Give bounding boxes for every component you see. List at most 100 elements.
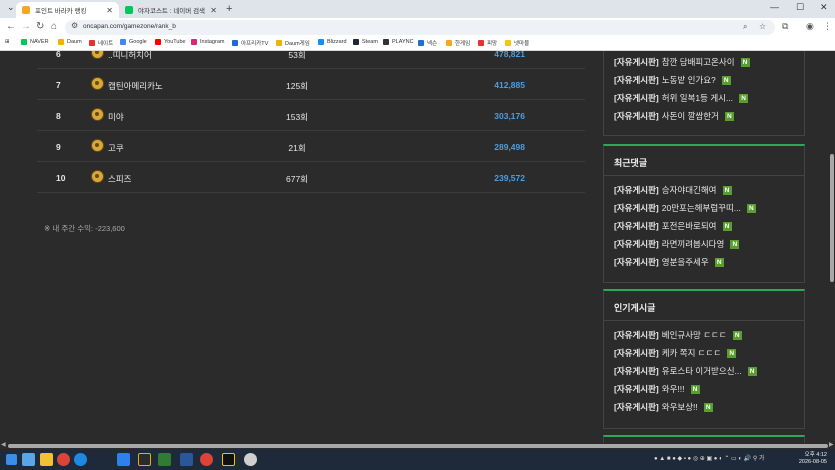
sidebar-popular-item[interactable]: [자유게시판] 와우!!! N — [614, 383, 700, 395]
edge-icon[interactable] — [74, 453, 87, 466]
daum-game-icon — [276, 40, 282, 46]
bookmark-instagram[interactable]: Instagram — [191, 39, 224, 45]
scrollbar-thumb[interactable] — [830, 154, 834, 282]
taskbar-clock[interactable]: 오후 4:12 2026-08-05 — [799, 452, 827, 466]
close-window-icon[interactable]: ✕ — [820, 2, 828, 13]
ranking-row[interactable]: 6 ..띠니허치어 53회 478,821 — [37, 51, 585, 69]
tab-search-icon[interactable]: ⌄ — [7, 2, 15, 13]
tab-inactive[interactable]: 야자코스트 : 네이버 검색 ✕ — [119, 2, 223, 18]
reload-icon[interactable]: ↻ — [36, 21, 44, 32]
extensions-icon[interactable]: ⧉ — [782, 21, 788, 32]
app-icon[interactable] — [222, 453, 235, 466]
scroll-right-icon[interactable]: ▶ — [829, 441, 834, 448]
address-bar[interactable]: ⚙ oncapan.com/gamezone/rank_b ⌕ ☆ — [65, 20, 775, 35]
comment-text[interactable]: 승자야대긴해여 — [662, 184, 717, 196]
sidebar-popular-item[interactable]: [자유게시판] 유로스타 이거받으신... N — [614, 365, 757, 377]
sidebar-post-item[interactable]: [자유게시판] 노동밭 인가요? N — [614, 74, 731, 86]
bookmark-youtube[interactable]: YouTube — [155, 39, 186, 45]
player-name[interactable]: ..띠니허치어 — [108, 51, 152, 61]
post-title[interactable]: 와우보상!! — [662, 401, 698, 413]
bookmark-plaync[interactable]: PLAYNC — [383, 39, 414, 45]
media-player-icon[interactable] — [138, 453, 151, 466]
tab-active[interactable]: 포인트 바라카 랭킹 ✕ — [16, 2, 119, 18]
scrollbar-thumb[interactable] — [8, 444, 828, 448]
ranking-row[interactable]: 8 미야 153회 303,176 — [37, 100, 585, 131]
player-name[interactable]: 캡틴아메리카노 — [108, 80, 163, 92]
bookmark-pmang[interactable]: 피망 — [478, 39, 497, 47]
apps-icon[interactable]: ⊞ — [5, 39, 10, 45]
bookmark-daum-game[interactable]: Daum게임 — [276, 39, 310, 47]
app-icon[interactable] — [158, 453, 171, 466]
close-tab-icon[interactable]: ✕ — [106, 6, 113, 15]
profile-icon[interactable]: ◉ — [806, 21, 814, 32]
player-name[interactable]: 스피즈 — [108, 173, 131, 185]
task-view-icon[interactable] — [22, 453, 35, 466]
player-name[interactable]: 고쿠 — [108, 142, 124, 154]
sidebar-popular-item[interactable]: [자유게시판] 베인규사망 ㄷㄷㄷ N — [614, 329, 742, 341]
ranking-row[interactable]: 10 스피즈 677회 239,572 — [37, 162, 585, 193]
menu-icon[interactable]: ⋮ — [823, 21, 832, 32]
scroll-left-icon[interactable]: ◀ — [1, 441, 6, 448]
comment-text[interactable]: 영분을주세우 — [662, 256, 709, 268]
bookmark-afreecatv[interactable]: 아프리카TV — [232, 39, 268, 47]
sidebar-post-item[interactable]: [자유게시판] 사돈이 깔쌈한거 N — [614, 110, 734, 122]
ranking-row[interactable]: 7 캡틴아메리카노 125회 412,885 — [37, 69, 585, 100]
medal-icon — [91, 108, 104, 121]
bookmark-netmarble[interactable]: 넷마블 — [505, 39, 529, 47]
bookmark-star-icon[interactable]: ☆ — [759, 22, 766, 31]
sidebar-post-item[interactable]: [자유게시판] 참깐 담배피고온사이 N — [614, 56, 750, 68]
play-count: 677회 — [285, 174, 308, 184]
post-title[interactable]: 베인규사망 ㄷㄷㄷ — [662, 329, 727, 341]
post-title[interactable]: 노동밭 인가요? — [662, 74, 716, 86]
post-title[interactable]: 유로스타 이거받으신... — [662, 365, 742, 377]
sidebar-comment-item[interactable]: [자유게시판] 영분을주세우 N — [614, 256, 724, 268]
bookmark-blizzard[interactable]: Blizzard — [318, 39, 347, 45]
chrome-icon[interactable] — [57, 453, 70, 466]
bookmark-label: NAVER — [30, 39, 49, 45]
new-badge: N — [740, 57, 750, 67]
chrome-icon[interactable] — [200, 453, 213, 466]
post-title[interactable]: 참깐 담배피고온사이 — [662, 56, 735, 68]
post-title[interactable]: 사돈이 깔쌈한거 — [662, 110, 719, 122]
back-icon[interactable]: ← — [6, 21, 16, 32]
bookmark-nate[interactable]: 네이트 — [89, 39, 113, 47]
forward-icon[interactable]: → — [21, 21, 31, 32]
comment-text[interactable]: 포전은바로되여 — [662, 220, 717, 232]
app-icon[interactable] — [244, 453, 257, 466]
bookmark-google[interactable]: Google — [120, 39, 147, 45]
site-info-icon[interactable]: ⚙ — [71, 21, 78, 30]
post-title[interactable]: 허위 일복1등 게시... — [662, 92, 733, 104]
windows-start-icon[interactable] — [6, 454, 17, 465]
new-tab-button[interactable]: + — [226, 3, 232, 15]
tab-favicon-icon — [22, 6, 30, 14]
bookmark-nexon[interactable]: 넥슨 — [418, 39, 437, 47]
comment-text[interactable]: 20만포는헤부럽꾸띠... — [662, 202, 741, 214]
vertical-scrollbar[interactable] — [828, 51, 835, 443]
home-icon[interactable]: ⌂ — [51, 21, 57, 32]
system-tray-icons[interactable]: ● ▲ ■ ● ◆ ▪ ● ◎ ⊕ ▣ ● ◐ ⌃ ▭ ◐ 🔊 ⚲ 가 — [654, 453, 764, 462]
zoom-icon[interactable]: ⌕ — [743, 22, 747, 32]
sidebar-comment-item[interactable]: [자유게시판] 라면끼려봅시다영 N — [614, 238, 740, 250]
minimize-icon[interactable]: — — [770, 2, 779, 12]
word-icon[interactable] — [180, 453, 193, 466]
sidebar-post-item[interactable]: [자유게시판] 허위 일복1등 게시... N — [614, 92, 749, 104]
bookmark-steam[interactable]: Steam — [353, 39, 378, 45]
bookmark-label: Instagram — [200, 39, 225, 45]
sidebar-popular-item[interactable]: [자유게시판] 와우보상!! N — [614, 401, 713, 413]
bookmark-hangame[interactable]: 한게임 — [446, 39, 470, 47]
comment-text[interactable]: 라면끼려봅시다영 — [662, 238, 725, 250]
sidebar-comment-item[interactable]: [자유게시판] 20만포는헤부럽꾸띠... N — [614, 202, 756, 214]
player-name[interactable]: 미야 — [108, 111, 124, 123]
bookmark-daum[interactable]: Daum — [58, 39, 82, 45]
sidebar-popular-item[interactable]: [자유게시판] 케카 쪽지 ㄷㄷㄷ N — [614, 347, 737, 359]
maximize-icon[interactable]: ☐ — [796, 2, 804, 13]
ranking-row[interactable]: 9 고쿠 21회 289,498 — [37, 131, 585, 162]
post-title[interactable]: 케카 쪽지 ㄷㄷㄷ — [662, 347, 721, 359]
bookmark-naver[interactable]: NAVER — [21, 39, 49, 45]
sidebar-comment-item[interactable]: [자유게시판] 승자야대긴해여 N — [614, 184, 732, 196]
sidebar-comment-item[interactable]: [자유게시판] 포전은바로되여 N — [614, 220, 732, 232]
close-tab-icon[interactable]: ✕ — [210, 6, 217, 15]
post-title[interactable]: 와우!!! — [662, 383, 685, 395]
app-icon[interactable] — [117, 453, 130, 466]
file-explorer-icon[interactable] — [40, 453, 53, 466]
